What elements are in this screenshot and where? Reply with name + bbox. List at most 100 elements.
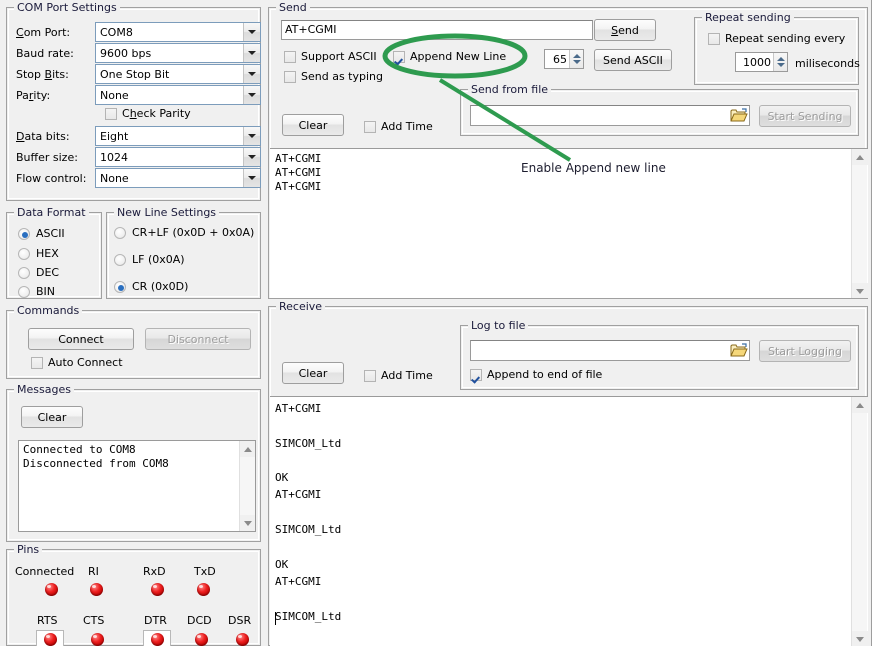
append-to-end-of-file-checkbox[interactable]: Append to end of file — [470, 368, 602, 381]
new-line-option-lf[interactable]: LF (0x0A) — [114, 253, 185, 266]
repeat-sending-group: Repeat sending Repeat sending every 1000… — [694, 17, 859, 85]
data-format-option-hex[interactable]: HEX — [18, 247, 59, 260]
com-port-combo[interactable]: COM8 — [95, 22, 261, 42]
send-title: Send — [276, 1, 310, 14]
send-add-time-checkbox[interactable]: Add Time — [364, 120, 433, 133]
repeat-sending-label: Repeat sending every — [725, 32, 845, 45]
chevron-down-icon[interactable] — [243, 65, 260, 83]
stepper-arrows-icon[interactable] — [773, 53, 787, 71]
chevron-down-icon[interactable] — [243, 23, 260, 41]
messages-log-area[interactable]: Connected to COM8 Disconnected from COM8 — [18, 440, 256, 532]
baud-rate-combo[interactable]: 9600 bps — [95, 43, 261, 63]
parity-label: Parity: — [16, 89, 50, 102]
data-bits-combo[interactable]: Eight — [95, 126, 261, 146]
log-to-file-title: Log to file — [468, 319, 528, 332]
messages-clear-button[interactable]: Clear — [21, 406, 83, 428]
check-parity-checkbox[interactable]: Check Parity — [105, 107, 191, 120]
start-sending-button[interactable]: Start Sending — [759, 105, 851, 127]
check-parity-label: Check Parity — [122, 107, 191, 120]
auto-connect-label: Auto Connect — [48, 356, 123, 369]
commands-title: Commands — [14, 304, 82, 317]
messages-log-text: Connected to COM8 Disconnected from COM8 — [23, 443, 235, 471]
scroll-up-icon[interactable] — [240, 441, 256, 457]
commands-group: Commands Connect Disconnect Auto Connect — [6, 310, 261, 379]
send-from-file-group: Send from file Start Sending — [460, 89, 859, 136]
folder-open-icon[interactable] — [729, 341, 749, 359]
pin-label-dtr: DTR — [144, 614, 167, 627]
text-caret — [275, 612, 276, 625]
data-format-option-bin[interactable]: BIN — [18, 285, 55, 298]
checkbox-box — [364, 121, 376, 133]
scroll-down-icon[interactable] — [240, 515, 256, 531]
chevron-down-icon[interactable] — [243, 169, 260, 187]
folder-open-icon[interactable] — [729, 106, 749, 124]
send-ascii-button[interactable]: Send ASCII — [594, 49, 672, 71]
scroll-down-icon[interactable] — [852, 283, 868, 298]
buffer-size-combo[interactable]: 1024 — [95, 147, 261, 167]
receive-clear-button[interactable]: Clear — [282, 362, 344, 384]
chevron-down-icon[interactable] — [243, 127, 260, 145]
data-format-label-ascii: ASCII — [36, 227, 65, 240]
pin-led-rts — [44, 633, 57, 646]
chevron-down-icon[interactable] — [243, 44, 260, 62]
stepper-arrows-icon[interactable] — [569, 50, 583, 68]
send-command-input[interactable]: AT+CGMI — [281, 20, 593, 40]
send-log-scrollbar[interactable] — [851, 149, 867, 298]
chevron-down-icon[interactable] — [243, 86, 260, 104]
pin-led-dsr — [236, 633, 249, 646]
receive-log-area[interactable]: AT+CGMI SIMCOM_Ltd OK AT+CGMI SIMCOM_Ltd… — [270, 396, 868, 646]
chevron-down-icon[interactable] — [243, 148, 260, 166]
log-to-file-path-input[interactable] — [470, 340, 750, 361]
flow-control-combo[interactable]: None — [95, 168, 261, 188]
data-format-label-dec: DEC — [36, 266, 59, 279]
scroll-up-icon[interactable] — [852, 397, 868, 413]
new-line-settings-group: New Line Settings CR+LF (0x0D + 0x0A) LF… — [106, 212, 261, 299]
send-button[interactable]: Send — [594, 19, 656, 41]
radio-circle — [114, 281, 126, 293]
messages-group: Messages Clear Connected to COM8 Disconn… — [6, 389, 261, 542]
send-as-typing-label: Send as typing — [301, 70, 383, 83]
send-as-typing-checkbox[interactable]: Send as typing — [284, 70, 383, 83]
pins-group: Pins Connected RI RxD TxD RTS CTS DTR DC… — [6, 549, 261, 646]
data-bits-label: Data bits: — [16, 130, 70, 143]
send-from-file-path-input[interactable] — [470, 105, 750, 126]
data-format-option-ascii[interactable]: ASCII — [18, 227, 65, 240]
scroll-up-icon[interactable] — [852, 149, 868, 165]
messages-title: Messages — [14, 383, 74, 396]
parity-value: None — [96, 89, 243, 102]
messages-scrollbar[interactable] — [239, 441, 255, 531]
radio-circle — [18, 267, 30, 279]
data-format-option-dec[interactable]: DEC — [18, 266, 59, 279]
send-clear-button[interactable]: Clear — [282, 114, 344, 136]
connect-button[interactable]: Connect — [28, 328, 134, 350]
start-logging-button[interactable]: Start Logging — [759, 340, 851, 362]
new-line-option-crlf[interactable]: CR+LF (0x0D + 0x0A) — [114, 226, 254, 239]
new-line-option-cr[interactable]: CR (0x0D) — [114, 280, 188, 293]
annotation-text: Enable Append new line — [521, 161, 666, 175]
ascii-code-stepper[interactable]: 65 — [544, 49, 584, 69]
radio-circle — [18, 286, 30, 298]
stop-bits-combo[interactable]: One Stop Bit — [95, 64, 261, 84]
receive-add-time-checkbox[interactable]: Add Time — [364, 369, 433, 382]
auto-connect-checkbox[interactable]: Auto Connect — [31, 356, 123, 369]
pin-led-txd — [197, 583, 210, 596]
com-port-settings-group: COM Port Settings Com Port: COM8 Baud ra… — [6, 7, 261, 201]
send-group: Send AT+CGMI Send Support ASCII Append N… — [268, 7, 868, 299]
pin-led-connected — [45, 583, 58, 596]
append-to-end-of-file-label: Append to end of file — [487, 368, 602, 381]
baud-rate-label: Baud rate: — [16, 47, 74, 60]
repeat-sending-checkbox[interactable]: Repeat sending every — [708, 32, 845, 45]
support-ascii-checkbox[interactable]: Support ASCII — [284, 50, 377, 63]
receive-log-scrollbar[interactable] — [851, 397, 867, 646]
scroll-down-icon[interactable] — [852, 631, 868, 646]
pin-label-cts: CTS — [83, 614, 104, 627]
radio-circle — [18, 228, 30, 240]
send-from-file-title: Send from file — [468, 83, 551, 96]
data-format-title: Data Format — [14, 206, 89, 219]
data-format-group: Data Format ASCII HEX DEC BIN — [6, 212, 102, 299]
checkbox-box — [393, 51, 405, 63]
append-new-line-checkbox[interactable]: Append New Line — [393, 50, 506, 63]
disconnect-button[interactable]: Disconnect — [145, 328, 251, 350]
parity-combo[interactable]: None — [95, 85, 261, 105]
repeat-interval-stepper[interactable]: 1000 — [735, 52, 788, 72]
